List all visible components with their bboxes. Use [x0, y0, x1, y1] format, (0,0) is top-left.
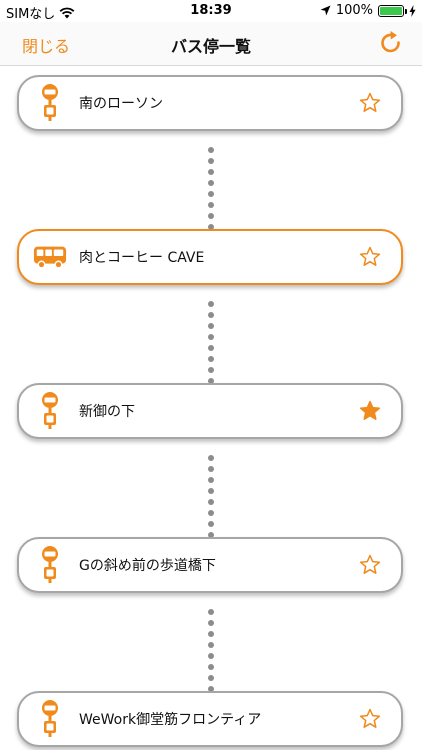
route-dot [208, 158, 214, 164]
bus-stop-card[interactable]: 肉とコーヒー CAVE [17, 229, 403, 285]
route-dot [208, 631, 214, 637]
route-dot [208, 180, 214, 186]
bus-stop-list: 南のローソン 肉とコーヒー CAVE 新御の下 Gの斜め前の歩道橋下 WeWor… [0, 67, 422, 750]
charging-bolt-icon [409, 4, 416, 17]
route-dot [208, 345, 214, 351]
route-dot [208, 620, 214, 626]
bus-stop-icon [33, 699, 67, 739]
route-dot [208, 499, 214, 505]
route-dot [208, 510, 214, 516]
route-connector-dots [207, 609, 215, 692]
star-outline-icon[interactable] [359, 246, 381, 268]
page-title: バス停一覧 [170, 37, 251, 56]
route-dot [208, 334, 214, 340]
battery-cap [405, 8, 407, 14]
route-connector-dots [207, 147, 215, 230]
route-dot [208, 653, 214, 659]
bus-stop-name: 新御の下 [79, 404, 135, 420]
screen: SIMなし 18:39 100% 閉じる バス停一覧 南のローソン 肉とコーヒー… [0, 0, 422, 750]
route-dot [208, 301, 214, 307]
route-dot [208, 356, 214, 362]
bus-stop-card[interactable]: WeWork御堂筋フロンティア [17, 691, 403, 747]
bus-stop-card[interactable]: Gの斜め前の歩道橋下 [17, 537, 403, 593]
battery-fill [380, 6, 402, 15]
route-dot [208, 521, 214, 527]
route-dot [208, 312, 214, 318]
route-dot [208, 169, 214, 175]
route-dot [208, 609, 214, 615]
route-dot [208, 147, 214, 153]
bus-stop-name: WeWork御堂筋フロンティア [79, 712, 262, 728]
route-dot [208, 323, 214, 329]
battery-icon [378, 4, 407, 17]
bus-stop-icon [33, 391, 67, 431]
route-dot [208, 664, 214, 670]
bus-stop-name: Gの斜め前の歩道橋下 [79, 558, 216, 574]
battery-percent: 100% [335, 3, 373, 18]
bus-icon [33, 237, 67, 277]
location-arrow-icon [320, 5, 331, 16]
route-dot [208, 488, 214, 494]
star-filled-icon[interactable] [359, 400, 381, 422]
navigation-bar: 閉じる バス停一覧 [0, 22, 422, 66]
route-dot [208, 367, 214, 373]
bus-stop-name: 南のローソン [79, 96, 163, 112]
status-right: 100% [320, 3, 416, 18]
star-outline-icon[interactable] [359, 708, 381, 730]
route-dot [208, 191, 214, 197]
route-dot [208, 477, 214, 483]
route-connector-dots [207, 455, 215, 538]
route-dot [208, 675, 214, 681]
bus-stop-icon [33, 545, 67, 585]
route-dot [208, 202, 214, 208]
route-dot [208, 213, 214, 219]
star-outline-icon[interactable] [359, 554, 381, 576]
bus-stop-card[interactable]: 新御の下 [17, 383, 403, 439]
refresh-icon[interactable] [378, 30, 404, 56]
route-connector-dots [207, 301, 215, 384]
route-dot [208, 642, 214, 648]
bus-stop-card[interactable]: 南のローソン [17, 75, 403, 131]
status-bar: SIMなし 18:39 100% [0, 0, 422, 22]
star-outline-icon[interactable] [359, 92, 381, 114]
bus-stop-icon [33, 83, 67, 123]
route-dot [208, 455, 214, 461]
bus-stop-name: 肉とコーヒー CAVE [79, 250, 205, 266]
route-dot [208, 466, 214, 472]
